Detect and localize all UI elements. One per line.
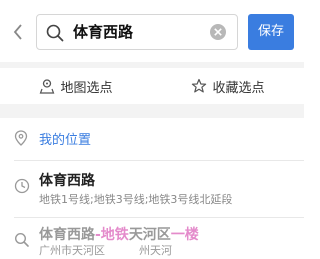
- history-result-item[interactable]: 体育西路 地铁1号线;地铁3号线;地铁3号线北延段: [0, 161, 304, 216]
- search-input[interactable]: 体育西路: [73, 15, 209, 49]
- chevron-left-icon: [13, 24, 22, 40]
- favorite-pick-option[interactable]: 收藏选点: [152, 68, 304, 104]
- search-icon: [14, 232, 29, 247]
- result-title: 体育西路-地铁天河区一楼: [39, 224, 199, 244]
- map-pick-label: 地图选点: [60, 80, 113, 96]
- result-title: 体育西路: [39, 173, 95, 189]
- my-location-label: 我的位置: [39, 133, 92, 148]
- result-title-tail: 一楼: [170, 227, 199, 243]
- result-title-highlight: -地铁: [95, 227, 129, 243]
- result-subtitle: 广州市天河区 州天河: [39, 242, 172, 258]
- search-result-item[interactable]: 体育西路-地铁天河区一楼 广州市天河区 州天河: [0, 218, 304, 259]
- save-button[interactable]: 保存: [248, 14, 294, 50]
- location-pin-icon: [14, 130, 28, 146]
- map-pick-option[interactable]: 地图选点: [0, 68, 152, 104]
- top-bar: 体育西路 保存: [0, 0, 304, 62]
- back-button[interactable]: [8, 20, 28, 44]
- section-gap: [0, 104, 304, 118]
- search-icon: [46, 24, 64, 42]
- my-location-item[interactable]: 我的位置: [0, 118, 304, 160]
- result-title-main: 体育西路: [39, 227, 95, 243]
- favorite-pick-label: 收藏选点: [212, 80, 265, 96]
- result-title-mid: 天河区: [128, 227, 171, 243]
- map-pin-icon: [40, 79, 55, 94]
- clear-icon[interactable]: [209, 23, 227, 41]
- star-icon: [192, 78, 207, 93]
- result-subtitle: 地铁1号线;地铁3号线;地铁3号线北延段: [39, 193, 233, 206]
- clock-icon: [14, 178, 30, 194]
- pick-options: 地图选点 收藏选点: [0, 68, 304, 104]
- result-subtitle-tail: 州天河: [139, 244, 172, 257]
- search-box[interactable]: 体育西路: [36, 14, 238, 50]
- result-list: 我的位置 体育西路 地铁1号线;地铁3号线;地铁3号线北延段 体育西路-地铁天河…: [0, 118, 304, 259]
- result-subtitle-main: 广州市天河区: [39, 244, 105, 257]
